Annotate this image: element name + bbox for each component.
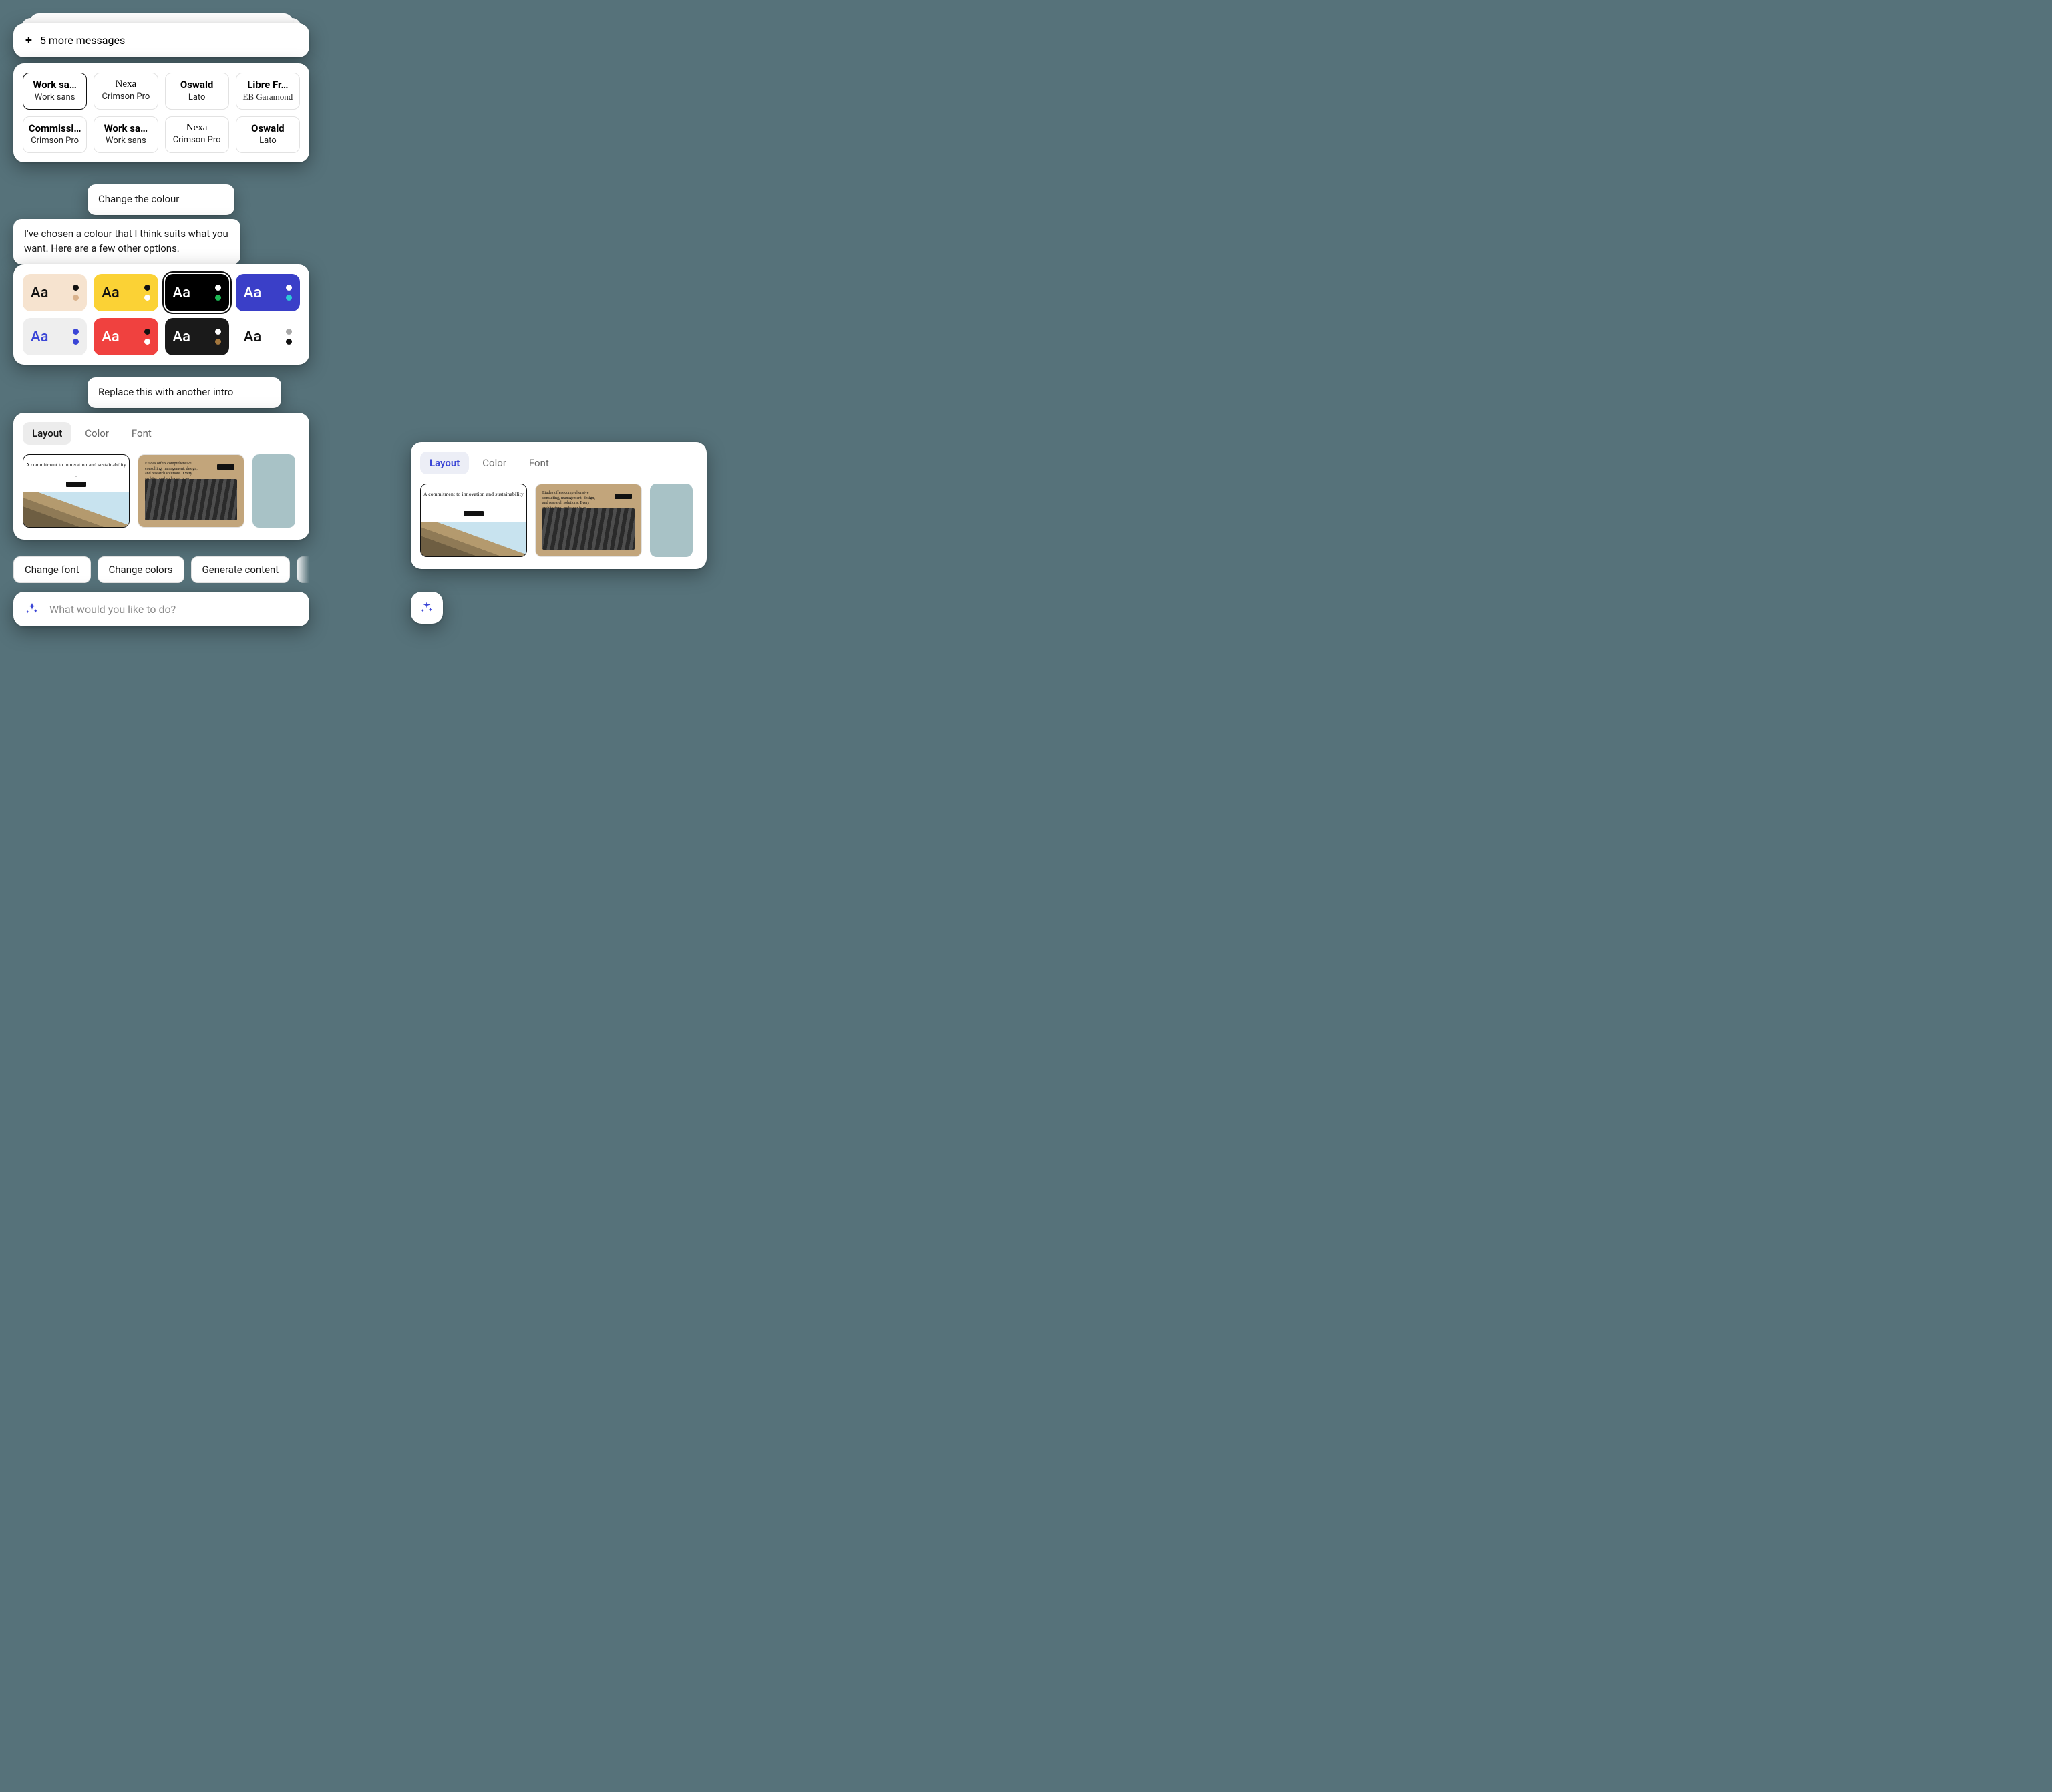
font-option[interactable]: Work sa… Work sans — [94, 116, 158, 153]
sparkle-icon — [24, 601, 40, 617]
prompt-input-bar[interactable]: What would you like to do? — [13, 592, 309, 626]
font-primary-label: Nexa — [98, 79, 153, 90]
font-secondary-label: Crimson Pro — [98, 92, 153, 102]
color-swatch[interactable]: Aa — [165, 274, 229, 311]
font-option[interactable]: Work sa…Work sans — [23, 73, 87, 110]
more-messages-label: 5 more messages — [40, 34, 125, 47]
sparkle-icon — [419, 600, 434, 615]
font-primary-label: Work sa… — [98, 122, 153, 134]
thumb-image — [542, 508, 635, 550]
thumb-cta — [464, 511, 484, 516]
suggestion-chip[interactable]: Change font — [13, 556, 91, 583]
color-swatch[interactable]: Aa — [94, 274, 158, 311]
overflow-fade — [296, 556, 309, 583]
font-option[interactable]: Nexa Crimson Pro — [94, 73, 158, 110]
font-primary-label: Oswald — [240, 122, 295, 134]
swatch-accent-dots — [144, 329, 150, 345]
swatch-accent-dots — [73, 329, 79, 345]
thumb-title: A commitment to innovation and sustainab… — [421, 491, 526, 497]
swatch-sample-text: Aa — [102, 329, 119, 345]
swatch-accent-dots — [286, 285, 292, 301]
layout-thumbnails: A commitment to innovation and sustainab… — [420, 484, 697, 557]
picker-tabs: LayoutColorFont — [23, 422, 300, 445]
layout-picker-card: LayoutColorFont A commitment to innovati… — [13, 413, 309, 540]
font-options-card: Work sa…Work sansNexaCrimson ProOswaldLa… — [13, 63, 309, 162]
thumb-cta — [217, 464, 234, 470]
assistant-message-text: I've chosen a colour that I think suits … — [24, 228, 228, 254]
font-option[interactable]: OswaldLato — [165, 73, 229, 110]
tab-font[interactable]: Font — [520, 452, 558, 474]
color-swatch[interactable]: Aa — [94, 318, 158, 355]
thumb-image — [145, 479, 237, 520]
font-option[interactable]: Oswald Lato — [236, 116, 300, 153]
color-swatch[interactable]: Aa — [165, 318, 229, 355]
color-swatch[interactable]: Aa — [23, 274, 87, 311]
swatch-accent-dots — [144, 285, 150, 301]
swatch-sample-text: Aa — [173, 329, 190, 345]
color-swatch[interactable]: Aa — [236, 274, 300, 311]
user-message-text: Change the colour — [98, 193, 179, 205]
suggestion-chip[interactable]: Change colors — [98, 556, 184, 583]
layout-thumb[interactable]: A commitment to innovation and sustainab… — [420, 484, 527, 557]
swatch-sample-text: Aa — [31, 285, 48, 301]
swatch-accent-dots — [286, 329, 292, 345]
layout-thumb-peek[interactable] — [650, 484, 693, 557]
font-primary-label: Libre Fr… — [240, 79, 295, 91]
font-option[interactable]: Libre Fr…EB Garamond — [236, 73, 300, 110]
swatch-sample-text: Aa — [244, 329, 261, 345]
assistant-message: I've chosen a colour that I think suits … — [13, 219, 240, 264]
swatch-accent-dots — [215, 329, 221, 345]
font-option[interactable]: Commissi… Crimson Pro — [23, 116, 87, 153]
color-swatch[interactable]: Aa — [236, 318, 300, 355]
user-message: Change the colour — [88, 184, 234, 215]
thumb-subtitle: — — [421, 504, 526, 508]
font-secondary-label: Crimson Pro — [170, 135, 224, 145]
thumb-cta — [66, 482, 86, 487]
user-message-text: Replace this with another intro — [98, 386, 233, 398]
font-secondary-label: Crimson Pro — [27, 136, 82, 146]
font-secondary-label: EB Garamond — [240, 92, 295, 102]
font-secondary-label: Work sans — [98, 136, 153, 146]
font-option[interactable]: NexaCrimson Pro — [165, 116, 229, 153]
swatch-accent-dots — [73, 285, 79, 301]
swatch-sample-text: Aa — [244, 285, 261, 301]
sparkle-launcher-button[interactable] — [411, 592, 443, 624]
more-messages-pill[interactable]: + 5 more messages — [13, 23, 309, 57]
thumb-subtitle: — — [23, 475, 129, 479]
font-secondary-label: Lato — [170, 92, 224, 102]
font-primary-label: Work sa… — [27, 79, 82, 91]
layout-thumb[interactable]: Etudes offers comprehensive consulting, … — [535, 484, 642, 557]
layout-thumbnails: A commitment to innovation and sustainab… — [23, 454, 300, 528]
thumb-image — [23, 492, 129, 527]
layout-thumb[interactable]: A commitment to innovation and sustainab… — [23, 454, 130, 528]
font-primary-label: Commissi… — [27, 122, 82, 134]
plus-icon: + — [25, 35, 32, 47]
thumb-image — [421, 522, 526, 556]
tab-color[interactable]: Color — [75, 422, 118, 445]
thumb-title: A commitment to innovation and sustainab… — [23, 462, 129, 468]
swatch-sample-text: Aa — [173, 285, 190, 301]
swatch-sample-text: Aa — [102, 285, 119, 301]
swatch-sample-text: Aa — [31, 329, 48, 345]
suggestion-chip[interactable]: Generate content — [191, 556, 291, 583]
prompt-placeholder: What would you like to do? — [49, 603, 176, 616]
layout-picker-card: LayoutColorFont A commitment to innovati… — [411, 442, 707, 569]
user-message: Replace this with another intro — [88, 377, 281, 408]
font-secondary-label: Lato — [240, 136, 295, 146]
tab-color[interactable]: Color — [473, 452, 516, 474]
layout-thumb[interactable]: Etudes offers comprehensive consulting, … — [138, 454, 244, 528]
thumb-cta — [615, 494, 632, 499]
tab-layout[interactable]: Layout — [23, 422, 71, 445]
font-primary-label: Nexa — [170, 122, 224, 134]
layout-thumb-peek[interactable] — [252, 454, 295, 528]
font-secondary-label: Work sans — [27, 92, 82, 102]
tab-layout[interactable]: Layout — [420, 452, 469, 474]
suggestion-chips-row: Change font Change colors Generate content… — [13, 556, 309, 583]
color-swatch[interactable]: Aa — [23, 318, 87, 355]
picker-tabs: LayoutColorFont — [420, 452, 697, 474]
swatch-accent-dots — [215, 285, 221, 301]
font-primary-label: Oswald — [170, 79, 224, 91]
color-options-card: Aa Aa Aa Aa Aa Aa Aa Aa — [13, 264, 309, 365]
tab-font[interactable]: Font — [122, 422, 161, 445]
